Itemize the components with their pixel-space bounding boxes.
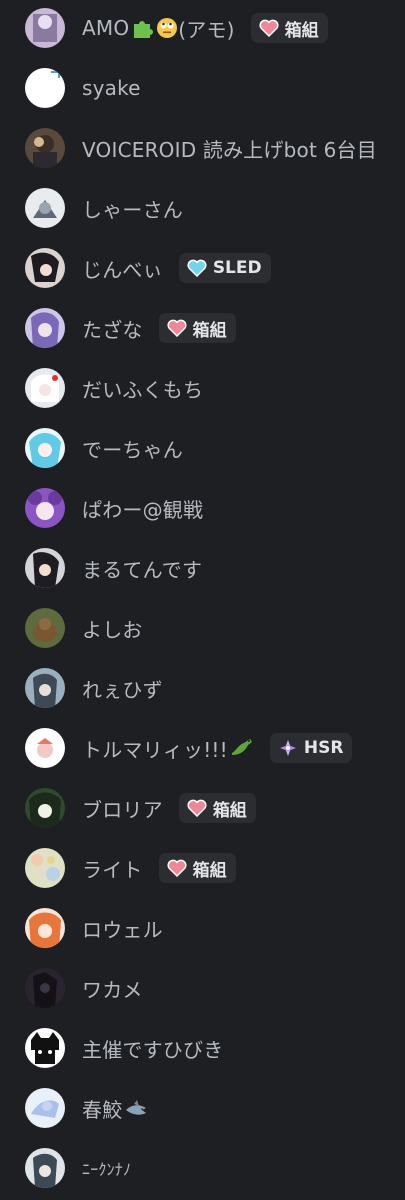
avatar [25,248,65,288]
avatar [25,668,65,708]
member-item-syake[interactable]: syake [0,60,405,116]
member-item-buroria[interactable]: ブロリア 箱組 [0,780,405,836]
tag-label: 箱組 [192,860,227,881]
member-name: たざな [82,317,143,342]
member-name: ロウェル [82,917,163,942]
member-item-yoshio[interactable]: よしお [0,600,405,656]
member-item-shasan[interactable]: しゃーさん [0,180,405,236]
member-name: よしお [82,617,143,642]
member-item-tourmaline[interactable]: トルマリィッ!!! HSR [0,720,405,776]
avatar [25,728,65,768]
role-tag: SLED [178,253,271,283]
face-rolling-eyes-icon [156,17,178,39]
avatar [25,488,65,528]
member-item-tazana[interactable]: たざな 箱組 [0,300,405,356]
avatar [25,68,65,108]
tag-label: 箱組 [212,800,247,821]
member-name: VOICEROID 読み上げbot 6台目 [82,137,377,162]
member-name: syake [82,76,141,100]
puzzle-icon [131,17,154,39]
member-item-hibiki[interactable]: 主催ですひびき [0,1020,405,1076]
member-name: AMO [82,16,130,40]
member-name: ぱわー@観戦 [82,497,204,522]
member-list: AMO (アモ) 箱組 syake VOICEROID 読み上げbot 6台目 … [0,0,405,1200]
member-item-amo[interactable]: AMO (アモ) 箱組 [0,0,405,56]
tag-label: HSR [303,738,344,758]
avatar [25,1028,65,1068]
member-item-power[interactable]: ぱわー@観戦 [0,480,405,536]
role-tag: 箱組 [158,853,236,883]
avatar [25,1088,65,1128]
member-name: れぇひず [82,677,163,702]
member-item-dechan[interactable]: でーちゃん [0,420,405,476]
avatar [25,8,65,48]
role-tag: 箱組 [158,313,236,343]
member-item-maruten[interactable]: まるてんです [0,540,405,596]
role-tag: HSR [269,733,353,763]
member-item-wakame[interactable]: ワカメ [0,960,405,1016]
avatar [25,368,65,408]
member-name: ﾆｰｸﾝﾅﾉ [82,1160,132,1179]
member-name: ワカメ [82,977,143,1002]
avatar [25,308,65,348]
member-name: まるてんです [82,557,203,582]
member-name: 主催ですひびき [82,1037,224,1062]
avatar [25,788,65,828]
role-tag: 箱組 [250,13,328,43]
avatar [25,908,65,948]
avatar [25,128,65,168]
member-item-nikunano[interactable]: ﾆｰｸﾝﾅﾉ [0,1140,405,1196]
avatar [25,608,65,648]
member-item-rowel[interactable]: ロウェル [0,900,405,956]
avatar [25,1148,65,1188]
member-item-rehizu[interactable]: れぇひず [0,660,405,716]
role-tag: 箱組 [178,793,256,823]
heart-icon [259,19,279,37]
member-item-daifukumochi[interactable]: だいふくもち [0,360,405,416]
avatar [25,548,65,588]
member-item-harusame[interactable]: 春鮫 [0,1080,405,1136]
member-name: ライト [82,857,143,882]
avatar [25,428,65,468]
member-name: だいふくもち [82,377,204,402]
hsr-icon [278,739,298,757]
member-name: ブロリア [82,797,163,822]
tag-label: 箱組 [192,320,227,341]
tag-label: 箱組 [284,20,319,41]
member-item-raito[interactable]: ライト 箱組 [0,840,405,896]
member-item-voiceroid[interactable]: VOICEROID 読み上げbot 6台目 [0,120,405,176]
shark-icon [124,1098,148,1118]
member-name: トルマリィッ!!! [82,737,228,762]
member-name: でーちゃん [82,437,183,462]
heart-icon [187,799,207,817]
heart-icon [167,319,187,337]
tag-label: SLED [212,258,262,278]
member-item-jinbei[interactable]: じんべぃ SLED [0,240,405,296]
member-name: しゃーさん [82,197,183,222]
member-name-suffix: (アモ) [178,17,235,42]
heart-icon [167,859,187,877]
avatar [25,188,65,228]
diamond-heart-icon [187,259,207,277]
member-name: 春鮫 [82,1097,123,1122]
member-name: じんべぃ [82,257,163,282]
crocodile-icon [230,737,254,759]
avatar [25,968,65,1008]
avatar [25,848,65,888]
